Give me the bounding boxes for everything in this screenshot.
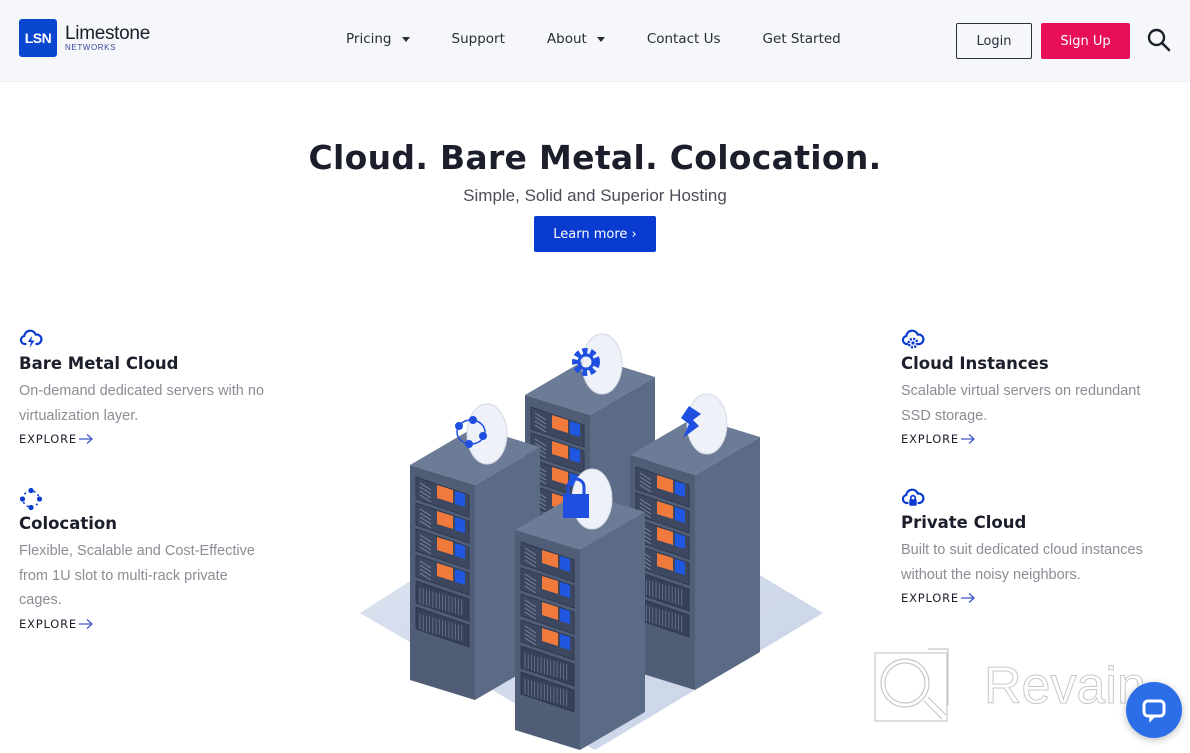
arrow-right-icon — [961, 434, 975, 444]
arrow-right-icon — [79, 618, 93, 629]
feature-private-cloud: Private Cloud Built to suit dedicated cl… — [901, 486, 1181, 606]
explore-label: EXPLORE — [19, 616, 77, 631]
feature-desc-line: On-demand dedicated servers with no — [19, 383, 265, 399]
explore-label: EXPLORE — [19, 432, 77, 446]
nav-label: Get Started — [762, 31, 841, 47]
colocation-nodes-icon — [19, 487, 43, 511]
site-header: LSN Limestone NETWORKS Pricing Support A… — [0, 0, 1190, 82]
chat-bubble-icon — [1142, 699, 1166, 723]
logo-name: Limestone — [65, 23, 150, 44]
chat-widget-button[interactable] — [1126, 682, 1182, 738]
nav-item-pricing[interactable]: Pricing — [346, 31, 410, 47]
revain-watermark: Revain — [874, 648, 1146, 722]
feature-desc-line: from 1U slot to multi-rack private — [19, 567, 228, 584]
feature-bare-metal-cloud: Bare Metal Cloud On-demand dedicated ser… — [19, 327, 299, 447]
logo-badge: LSN — [19, 19, 57, 57]
feature-desc-line: Built to suit dedicated cloud instances — [901, 542, 1143, 558]
node-dot — [465, 440, 473, 448]
logo-subtitle: NETWORKS — [65, 43, 117, 52]
lock-icon — [563, 494, 589, 518]
feature-cloud-instances: Cloud Instances Scalable virtual servers… — [901, 327, 1181, 447]
hero-title: Cloud. Bare Metal. Colocation. — [308, 138, 882, 177]
feature-colocation: Colocation Flexible, Scalable and Cost-E… — [19, 487, 299, 632]
nav-label: Support — [451, 31, 505, 47]
signup-button[interactable]: Sign Up — [1041, 23, 1130, 59]
explore-link[interactable]: EXPLORE — [19, 617, 94, 631]
watermark-text: Revain — [984, 657, 1146, 715]
nav-item-about[interactable]: About — [547, 31, 605, 47]
node-dot — [469, 416, 477, 424]
cloud-bolt-icon — [19, 329, 43, 348]
feature-desc-line: virtualization layer. — [19, 407, 139, 424]
feature-desc-line: Scalable virtual servers on redundant — [901, 383, 1141, 399]
search-icon[interactable] — [1146, 27, 1172, 53]
feature-desc-line: without the noisy neighbors. — [901, 566, 1081, 583]
hero-subtitle: Simple, Solid and Superior Hosting — [463, 186, 727, 205]
learn-more-button[interactable]: Learn more › — [534, 216, 656, 252]
explore-link[interactable]: EXPLORE — [19, 432, 94, 446]
cloud-gear-icon — [901, 329, 925, 349]
logo-text: Limestone NETWORKS — [65, 24, 150, 52]
node-dot — [455, 422, 463, 430]
feature-description: On-demand dedicated servers with no virt… — [19, 379, 299, 428]
caret-down-icon — [401, 36, 410, 42]
explore-label: EXPLORE — [901, 591, 959, 605]
main-nav: Pricing Support About Contact Us Get Sta… — [346, 31, 841, 47]
nav-item-get-started[interactable]: Get Started — [763, 31, 841, 47]
feature-title: Private Cloud — [901, 513, 1027, 532]
feature-desc-line: cages. — [19, 592, 62, 608]
explore-link[interactable]: EXPLORE — [901, 591, 976, 605]
feature-description: Scalable virtual servers on redundant SS… — [901, 379, 1181, 428]
login-button[interactable]: Login — [956, 23, 1032, 59]
nav-label: Contact Us — [646, 31, 721, 47]
cloud-lock-icon — [901, 488, 925, 506]
feature-description: Flexible, Scalable and Cost-Effective fr… — [19, 539, 299, 613]
server-racks-illustration — [360, 333, 823, 750]
explore-label: EXPLORE — [901, 432, 959, 446]
feature-title: Bare Metal Cloud — [19, 354, 179, 373]
node-dot — [479, 432, 487, 440]
feature-title: Colocation — [19, 514, 117, 533]
feature-description: Built to suit dedicated cloud instances … — [901, 538, 1181, 587]
nav-label: Pricing — [346, 31, 392, 47]
nav-item-contact-us[interactable]: Contact Us — [647, 31, 721, 47]
icon-disc — [581, 333, 623, 395]
caret-down-icon — [596, 36, 605, 42]
icon-disc — [466, 403, 508, 465]
nav-label: About — [546, 31, 587, 47]
brand-logo[interactable]: LSN Limestone NETWORKS — [19, 19, 150, 57]
explore-link[interactable]: EXPLORE — [901, 432, 976, 446]
arrow-right-icon — [961, 593, 975, 603]
feature-desc-line: SSD storage. — [901, 407, 988, 424]
nav-item-support[interactable]: Support — [452, 31, 505, 47]
feature-desc-line: Flexible, Scalable and Cost-Effective — [19, 543, 255, 559]
arrow-right-icon — [79, 434, 93, 444]
feature-title: Cloud Instances — [901, 354, 1049, 373]
